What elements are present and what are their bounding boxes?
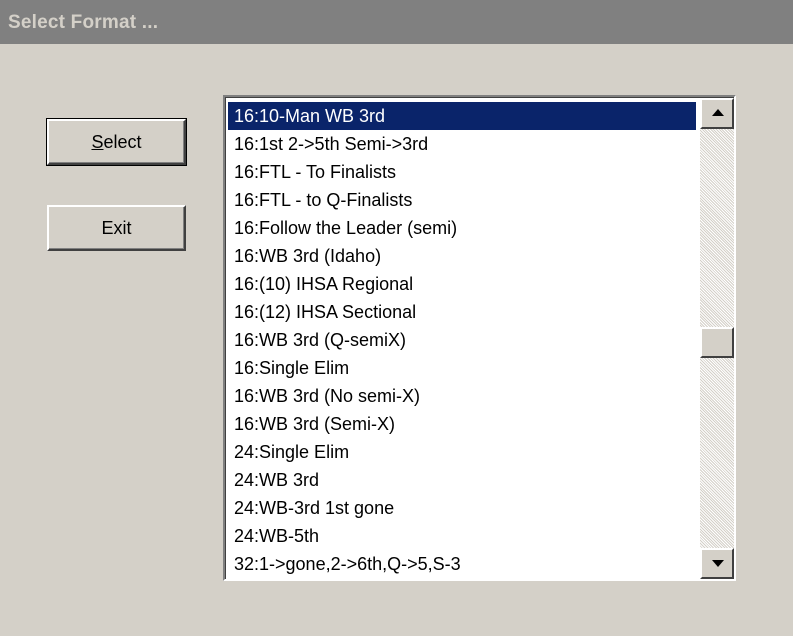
format-list[interactable]: 16:10-Man WB 3rd 16:1st 2->5th Semi->3rd 1… bbox=[228, 102, 696, 578]
list-item[interactable]: 16:FTL - To Finalists bbox=[228, 158, 696, 186]
list-item[interactable]: 16:FTL - to Q-Finalists bbox=[228, 186, 696, 214]
scroll-down-button[interactable] bbox=[700, 548, 734, 579]
title-bar[interactable]: Select Format ... bbox=[0, 0, 793, 44]
list-item[interactable]: 32:1->gone,2->6th,Q->5,S-3 bbox=[228, 550, 696, 578]
format-listbox[interactable]: 16:10-Man WB 3rd 16:1st 2->5th Semi->3rd 1… bbox=[223, 95, 736, 581]
list-item[interactable]: 16:(12) IHSA Sectional bbox=[228, 298, 696, 326]
list-item[interactable]: 24:WB 3rd bbox=[228, 466, 696, 494]
arrow-up-icon bbox=[712, 109, 724, 116]
exit-button-label: Exit bbox=[101, 217, 132, 238]
scroll-thumb[interactable] bbox=[700, 327, 734, 358]
select-button[interactable]: Select bbox=[46, 118, 187, 166]
select-mnemonic: S bbox=[91, 131, 104, 152]
exit-button[interactable]: Exit bbox=[47, 205, 186, 251]
list-item[interactable]: 24:WB-5th bbox=[228, 522, 696, 550]
list-item[interactable]: 16:WB 3rd (Idaho) bbox=[228, 242, 696, 270]
arrow-down-icon bbox=[712, 560, 724, 567]
list-item[interactable]: 16:(10) IHSA Regional bbox=[228, 270, 696, 298]
vertical-scrollbar[interactable] bbox=[700, 98, 734, 579]
list-item[interactable]: 16:WB 3rd (Q-semiX) bbox=[228, 326, 696, 354]
select-label-rest: elect bbox=[103, 131, 142, 152]
list-item[interactable]: 16:WB 3rd (Semi-X) bbox=[228, 410, 696, 438]
list-item[interactable]: 16:Single Elim bbox=[228, 354, 696, 382]
window-title: Select Format ... bbox=[8, 12, 159, 33]
list-item[interactable]: 16:Follow the Leader (semi) bbox=[228, 214, 696, 242]
list-item[interactable]: 16:1st 2->5th Semi->3rd bbox=[228, 130, 696, 158]
select-button-label: Select bbox=[91, 132, 141, 153]
list-item[interactable]: 24:Single Elim bbox=[228, 438, 696, 466]
scroll-up-button[interactable] bbox=[700, 98, 734, 129]
listbox-frame: 16:10-Man WB 3rd 16:1st 2->5th Semi->3rd 1… bbox=[225, 97, 734, 579]
list-item[interactable]: 16:WB 3rd (No semi-X) bbox=[228, 382, 696, 410]
list-item[interactable]: 16:10-Man WB 3rd bbox=[228, 102, 696, 130]
list-item[interactable]: 24:WB-3rd 1st gone bbox=[228, 494, 696, 522]
